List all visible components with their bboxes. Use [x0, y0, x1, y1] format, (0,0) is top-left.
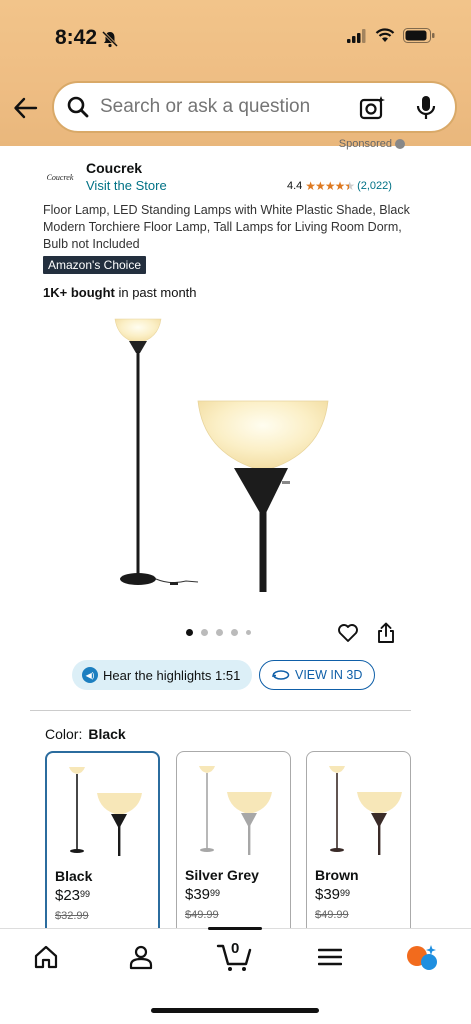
heart-icon[interactable] [337, 622, 359, 644]
cart-count: 0 [231, 940, 240, 957]
bell-off-icon [101, 30, 119, 48]
swatch-old-price: $49.99 [185, 909, 219, 921]
search-icon [67, 96, 89, 118]
info-icon[interactable] [395, 139, 405, 150]
color-swatch-black[interactable]: Black $2399 $32.99 [45, 751, 160, 941]
swatch-name: Silver Grey [185, 867, 259, 883]
microphone-icon[interactable] [415, 95, 437, 121]
home-indicator [151, 1008, 319, 1013]
search-input[interactable] [100, 96, 350, 118]
color-selection-label: Color: Black [45, 726, 126, 742]
highlights-label: Hear the highlights 1:51 [103, 667, 241, 683]
view3d-label: VIEW IN 3D [295, 668, 363, 682]
color-swatch-silver-grey[interactable]: Silver Grey $3999 $49.99 [176, 751, 291, 941]
swatch-image [329, 766, 402, 855]
swatch-image [69, 767, 142, 856]
color-swatch-brown[interactable]: Brown $3999 $49.99 [306, 751, 411, 941]
bought-count: 1K+ bought in past month [43, 285, 197, 300]
carousel-dot[interactable] [246, 630, 251, 635]
star-rating-icon: ★★★★★★ [305, 179, 355, 193]
sponsored-label[interactable]: Sponsored [339, 138, 405, 150]
brand-logo[interactable]: Coucrek [43, 160, 77, 194]
hear-highlights-button[interactable]: ◀) Hear the highlights 1:51 [72, 660, 253, 690]
carousel-dot[interactable] [201, 629, 208, 636]
camera-lens-icon[interactable] [359, 95, 387, 121]
carousel-dot[interactable] [186, 629, 193, 636]
carousel-dot[interactable] [231, 629, 238, 636]
visit-store-link[interactable]: Visit the Store [86, 178, 167, 193]
swatch-price: $2399 [55, 887, 91, 904]
status-time: 8:42 [55, 26, 98, 49]
brand-name: Coucrek [86, 160, 143, 176]
status-icons [347, 28, 435, 43]
battery-icon [403, 28, 435, 43]
section-divider [30, 710, 411, 711]
cellular-signal-icon [347, 28, 366, 43]
wifi-icon [375, 28, 395, 42]
app-header: 8:42 [0, 0, 471, 146]
swatch-name: Black [55, 868, 93, 884]
swatch-price: $3999 [315, 886, 351, 903]
rufus-assistant-icon[interactable] [405, 944, 439, 972]
rotate-3d-icon [272, 670, 290, 680]
rating-value: 4.4 [287, 180, 303, 192]
swatch-name: Brown [315, 867, 359, 883]
swatch-image [199, 766, 272, 855]
amazons-choice-badge[interactable]: Amazon's Choice [43, 256, 146, 274]
swatch-price: $3999 [185, 886, 221, 903]
menu-icon[interactable] [318, 944, 342, 970]
product-title: Floor Lamp, LED Standing Lamps with Whit… [43, 203, 410, 251]
cart-button[interactable]: 0 [216, 938, 252, 972]
account-icon[interactable] [128, 944, 154, 970]
rating-count: (2,022) [357, 180, 392, 192]
back-arrow-icon[interactable] [12, 94, 40, 122]
share-icon[interactable] [376, 622, 396, 644]
rating-summary[interactable]: 4.4 ★★★★★★ (2,022) [287, 179, 392, 193]
speaker-icon: ◀) [82, 667, 98, 683]
swatch-old-price: $32.99 [55, 910, 89, 922]
view-in-3d-button[interactable]: VIEW IN 3D [259, 660, 376, 690]
active-tab-indicator [208, 927, 262, 930]
search-bar[interactable] [52, 81, 457, 133]
home-icon[interactable] [33, 944, 59, 970]
carousel-dot[interactable] [216, 629, 223, 636]
swatch-old-price: $49.99 [315, 909, 349, 921]
product-image[interactable] [100, 305, 340, 605]
image-carousel-dots[interactable] [186, 629, 251, 636]
